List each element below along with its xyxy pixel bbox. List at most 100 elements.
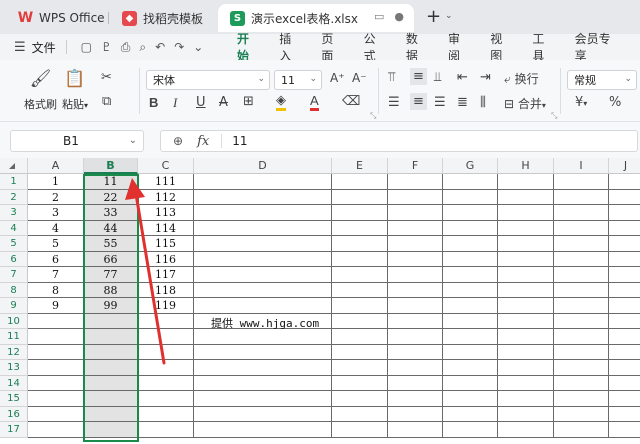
row-header-6[interactable]: 6 (0, 251, 28, 267)
cell-i7[interactable] (554, 267, 609, 283)
cell-g8[interactable] (443, 282, 498, 298)
cell-h16[interactable] (498, 406, 554, 422)
cell-a1[interactable]: 1 (28, 174, 84, 190)
cell-i2[interactable] (554, 189, 609, 205)
cell-j6[interactable] (609, 252, 640, 267)
chevron-down-icon[interactable]: ▾ (542, 101, 546, 110)
cell-j8[interactable] (609, 283, 640, 298)
save-icon[interactable]: ▢ (81, 40, 92, 55)
cell-b16[interactable] (84, 406, 138, 422)
cell-c1[interactable]: 111 (138, 174, 194, 190)
cell-b4[interactable]: 44 (84, 220, 138, 236)
cell-a9[interactable]: 9 (28, 298, 84, 314)
column-header-b[interactable]: B (84, 158, 138, 174)
merge-icon[interactable]: ⊟ (504, 97, 514, 111)
cell-d14[interactable] (194, 375, 332, 391)
cell-c9[interactable]: 119 (138, 298, 194, 314)
cell-j15[interactable] (609, 391, 640, 407)
cell-d3[interactable] (194, 205, 332, 221)
cell-i1[interactable] (554, 174, 609, 190)
cell-e6[interactable] (332, 251, 388, 267)
cell-e2[interactable] (332, 189, 388, 205)
merge-label[interactable]: 合并 (518, 97, 542, 111)
cell-g13[interactable] (443, 360, 498, 376)
eraser-icon[interactable]: ⌫ (342, 94, 360, 109)
cell-i11[interactable] (554, 329, 609, 345)
cell-h4[interactable] (498, 220, 554, 236)
cell-b17[interactable] (84, 422, 138, 438)
tab-data[interactable]: 数据 (406, 30, 429, 64)
row-header-3[interactable]: 3 (0, 205, 28, 221)
cell-d16[interactable] (194, 406, 332, 422)
row-header-17[interactable]: 17 (0, 422, 28, 438)
row-header-16[interactable]: 16 (0, 406, 28, 422)
cell-i17[interactable] (554, 422, 609, 438)
column-header-i[interactable]: I (554, 158, 609, 174)
increase-font-icon[interactable]: A⁺ (330, 71, 345, 85)
undo-icon[interactable]: ↶ (155, 40, 165, 55)
cell-c3[interactable]: 113 (138, 205, 194, 221)
row-header-12[interactable]: 12 (0, 344, 28, 360)
cell-f17[interactable] (388, 422, 443, 438)
cell-b3[interactable]: 33 (84, 205, 138, 221)
cell-b5[interactable]: 55 (84, 236, 138, 252)
cell-h7[interactable] (498, 267, 554, 283)
cell-f3[interactable] (388, 205, 443, 221)
cell-g1[interactable] (443, 174, 498, 190)
cell-b6[interactable]: 66 (84, 251, 138, 267)
cell-e7[interactable] (332, 267, 388, 283)
cell-d9[interactable] (194, 298, 332, 314)
cell-a15[interactable] (28, 391, 84, 407)
cell-d7[interactable] (194, 267, 332, 283)
tab-formula[interactable]: 公式 (364, 30, 387, 64)
cell-a7[interactable]: 7 (28, 267, 84, 283)
cell-i14[interactable] (554, 375, 609, 391)
cell-e14[interactable] (332, 375, 388, 391)
percent-button[interactable]: % (609, 95, 621, 110)
font-name-select[interactable]: 宋体 ⌄ (146, 70, 270, 90)
menu-icon[interactable]: ☰ (14, 40, 26, 55)
cell-c14[interactable] (138, 375, 194, 391)
cell-h1[interactable] (498, 174, 554, 190)
cell-f5[interactable] (388, 236, 443, 252)
row-header-5[interactable]: 5 (0, 236, 28, 252)
monitor-icon[interactable]: ▭ (374, 10, 384, 23)
row-header-9[interactable]: 9 (0, 298, 28, 314)
cell-a17[interactable] (28, 422, 84, 438)
cell-g4[interactable] (443, 220, 498, 236)
cell-a11[interactable] (28, 329, 84, 345)
cell-b1[interactable]: 11 (84, 174, 138, 190)
cell-d12[interactable] (194, 344, 332, 360)
cell-e16[interactable] (332, 406, 388, 422)
cell-d11[interactable] (194, 329, 332, 345)
cell-h2[interactable] (498, 189, 554, 205)
dot-icon[interactable]: ● (394, 10, 404, 23)
cell-e8[interactable] (332, 282, 388, 298)
cell-g15[interactable] (443, 391, 498, 407)
format-painter-button[interactable]: 🖌 格式刷 (24, 68, 57, 112)
cell-i13[interactable] (554, 360, 609, 376)
cell-f16[interactable] (388, 406, 443, 422)
row-header-10[interactable]: 10 (0, 313, 28, 329)
cell-h10[interactable] (498, 313, 554, 329)
select-all-corner[interactable] (0, 158, 28, 174)
spreadsheet-grid[interactable]: A B C D E F G H I J 1 1 11 111 2 2 22 112 3 3 33 113 4 4 44 114 5 5… (0, 158, 640, 444)
align-left-icon[interactable]: ☰ (388, 95, 400, 110)
cell-h12[interactable] (498, 344, 554, 360)
cell-h8[interactable] (498, 282, 554, 298)
tab-view[interactable]: 视图 (490, 30, 513, 64)
cell-f7[interactable] (388, 267, 443, 283)
print-icon[interactable]: ⎙ (121, 40, 131, 55)
cut-icon[interactable]: ✂ (101, 70, 112, 85)
indent-decrease-icon[interactable]: ⇤ (457, 70, 468, 85)
cell-c17[interactable] (138, 422, 194, 438)
row-header-13[interactable]: 13 (0, 360, 28, 376)
cell-g14[interactable] (443, 375, 498, 391)
tab-member[interactable]: 会员专享 (575, 30, 621, 64)
paste-button[interactable]: 📋 粘贴▾ (62, 68, 88, 112)
cell-a2[interactable]: 2 (28, 189, 84, 205)
cell-j1[interactable] (609, 174, 640, 190)
print-preview-icon[interactable]: ⌕ (139, 40, 146, 55)
cell-c15[interactable] (138, 391, 194, 407)
row-header-15[interactable]: 15 (0, 391, 28, 407)
